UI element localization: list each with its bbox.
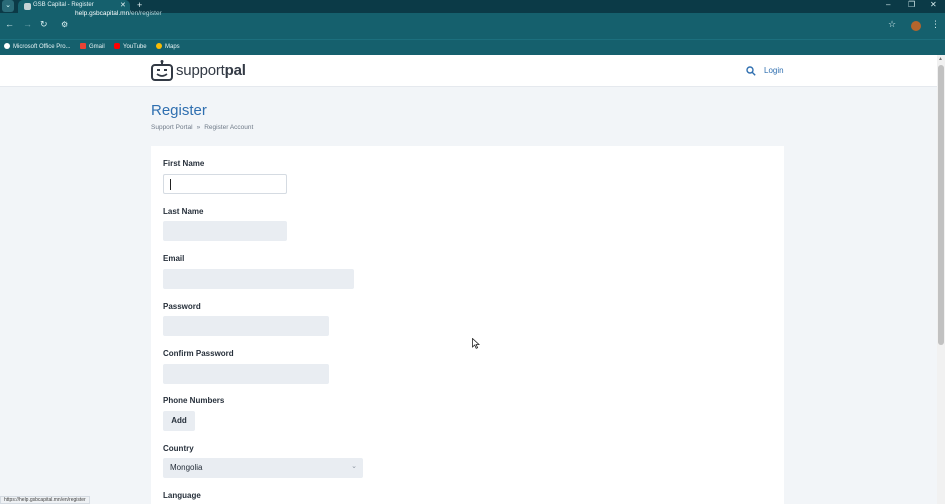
country-select[interactable]: Mongolia ⌄	[163, 458, 363, 478]
minimize-icon[interactable]: –	[886, 0, 890, 9]
phone-numbers-label: Phone Numbers	[163, 396, 225, 405]
bookmark-label: Maps	[165, 44, 180, 50]
browser-menu-icon[interactable]: ⋮	[931, 19, 940, 30]
bookmark-label: Gmail	[89, 44, 105, 50]
bookmark-maps[interactable]: Maps	[156, 43, 180, 50]
logo-text-bold: pal	[224, 62, 246, 79]
back-icon[interactable]: ←	[5, 19, 14, 29]
reload-icon[interactable]: ↻	[40, 19, 48, 30]
email-label: Email	[163, 254, 185, 263]
breadcrumb: Support Portal» Register Account	[151, 124, 253, 131]
breadcrumb-separator: »	[196, 124, 201, 131]
bookmark-label: Microsoft Office Pro...	[13, 44, 71, 50]
window-close-icon[interactable]: ✕	[930, 0, 937, 9]
tab-title: GSB Capital - Register	[33, 2, 94, 8]
bookmark-microsoft-office[interactable]: Microsoft Office Pro...	[4, 43, 71, 50]
bookmarks-bar: Microsoft Office Pro... Gmail YouTube Ma…	[0, 39, 945, 55]
maps-icon	[156, 43, 162, 49]
new-tab-icon[interactable]: +	[137, 0, 142, 10]
tab-close-icon[interactable]: ✕	[120, 1, 126, 9]
last-name-input[interactable]	[163, 221, 287, 241]
breadcrumb-support-portal[interactable]: Support Portal	[151, 124, 193, 131]
microsoft-office-icon	[4, 43, 10, 49]
text-caret	[170, 179, 171, 190]
login-link[interactable]: Login	[764, 66, 784, 75]
email-input[interactable]	[163, 269, 354, 289]
mouse-cursor-icon	[472, 338, 480, 349]
profile-avatar[interactable]	[911, 21, 921, 31]
logo-text[interactable]: supportpal	[176, 62, 246, 79]
last-name-label: Last Name	[163, 207, 204, 216]
country-label: Country	[163, 444, 194, 453]
country-value: Mongolia	[170, 463, 203, 472]
status-bar-url: https://help.gsbcapital.mn/en/register	[0, 496, 90, 504]
add-phone-button[interactable]: Add	[163, 411, 195, 431]
site-header: supportpal Login	[0, 55, 937, 87]
url-host: help.gsbcapital.mn	[75, 10, 130, 17]
site-info-icon[interactable]: ⚙	[61, 20, 68, 29]
tab-search-icon[interactable]: ⌄	[2, 0, 14, 12]
password-input[interactable]	[163, 316, 329, 336]
bookmark-label: YouTube	[123, 44, 147, 50]
scrollbar-thumb[interactable]	[938, 65, 944, 345]
confirm-password-label: Confirm Password	[163, 349, 234, 358]
first-name-label: First Name	[163, 159, 205, 168]
confirm-password-input[interactable]	[163, 364, 329, 384]
scroll-up-icon[interactable]: ▲	[938, 56, 943, 62]
page-title: Register	[151, 102, 207, 119]
bookmark-youtube[interactable]: YouTube	[114, 43, 147, 50]
address-bar[interactable]: help.gsbcapital.mn/en/register	[75, 10, 162, 17]
logo-text-part: support	[176, 62, 225, 79]
forward-icon[interactable]: →	[23, 19, 32, 29]
bookmark-star-icon[interactable]: ☆	[888, 19, 896, 30]
youtube-icon	[114, 43, 120, 49]
restore-icon[interactable]: ❐	[908, 0, 915, 9]
supportpal-logo-icon[interactable]	[151, 60, 173, 82]
search-icon[interactable]	[746, 66, 756, 76]
language-label: Language	[163, 491, 201, 500]
first-name-input[interactable]	[163, 174, 287, 194]
url-path: /en/register	[129, 10, 162, 17]
tab-favicon-icon	[24, 3, 31, 10]
breadcrumb-register-account: Register Account	[204, 124, 254, 131]
chevron-down-icon: ⌄	[351, 463, 357, 470]
password-label: Password	[163, 302, 201, 311]
page-scrollbar[interactable]: ▲	[937, 55, 945, 504]
gmail-icon	[80, 43, 86, 49]
bookmark-gmail[interactable]: Gmail	[80, 43, 105, 50]
